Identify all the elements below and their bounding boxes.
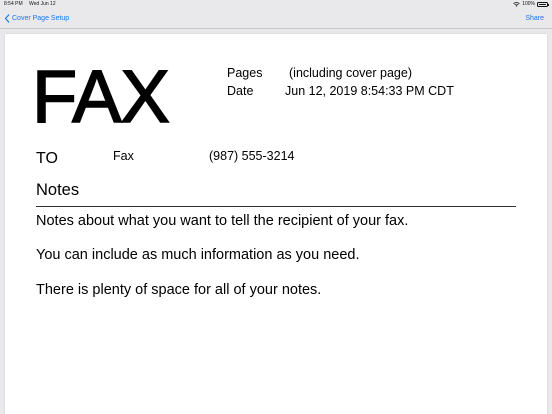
- battery-icon: [537, 2, 549, 7]
- to-label: TO: [36, 150, 58, 167]
- chevron-left-icon: [4, 14, 10, 23]
- notes-heading: Notes: [36, 181, 80, 199]
- share-button[interactable]: Share: [525, 12, 544, 25]
- pages-label: Pages: [227, 66, 263, 80]
- fax-label: Fax: [113, 149, 134, 163]
- pages-value: (including cover page): [289, 66, 412, 80]
- status-date: Wed Jun 12: [29, 1, 56, 7]
- back-button-label: Cover Page Setup: [12, 15, 70, 22]
- battery-fill: [538, 3, 547, 6]
- note-line-2: You can include as much information as y…: [36, 247, 360, 263]
- fax-number: (987) 555-3214: [209, 149, 295, 163]
- note-line-1: Notes about what you want to tell the re…: [36, 213, 409, 229]
- battery-percent: 100%: [522, 1, 535, 7]
- fax-title: FAX: [31, 55, 170, 138]
- status-left: 8:54 PM Wed Jun 12: [4, 0, 56, 9]
- back-button[interactable]: Cover Page Setup: [4, 12, 69, 25]
- note-line-3: There is plenty of space for all of your…: [36, 282, 322, 298]
- date-value: Jun 12, 2019 8:54:33 PM CDT: [285, 84, 454, 98]
- cover-page-preview: FAX Pages (including cover page) Date Ju…: [5, 34, 547, 414]
- navigation-bar: Cover Page Setup Share: [0, 9, 552, 29]
- date-label: Date: [227, 84, 254, 98]
- status-time: 8:54 PM: [4, 1, 23, 7]
- wifi-icon: [513, 2, 520, 7]
- status-bar: 8:54 PM Wed Jun 12 100%: [0, 0, 552, 9]
- status-right: 100%: [513, 0, 549, 9]
- notes-divider: [36, 206, 516, 207]
